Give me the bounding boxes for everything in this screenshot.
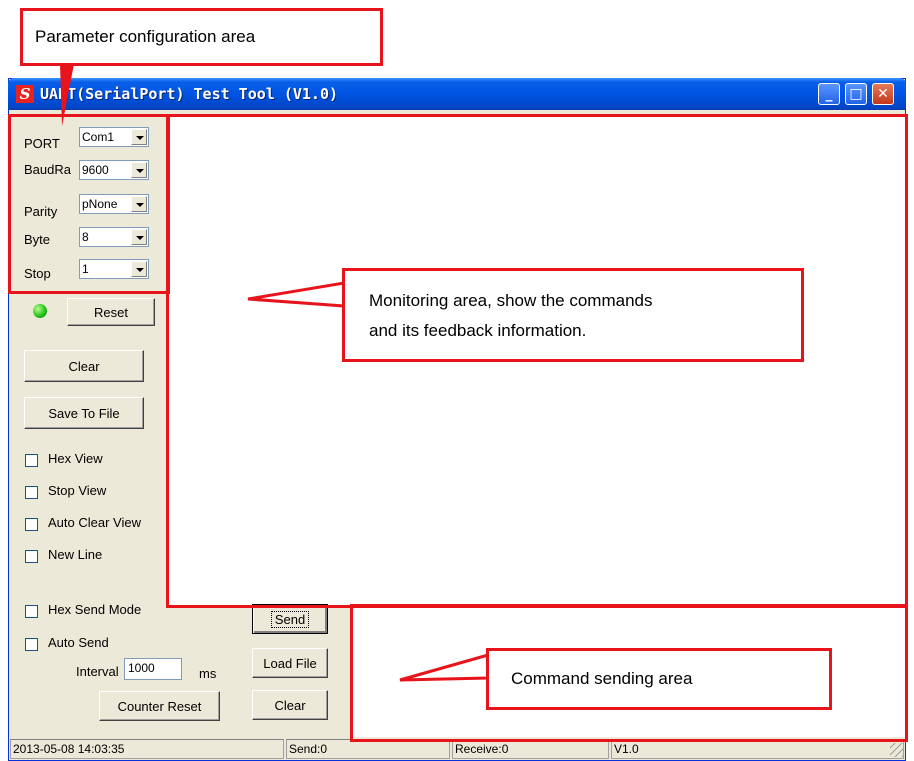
send-button[interactable]: Send	[252, 604, 328, 634]
clear-view-button[interactable]: Clear	[24, 350, 144, 382]
hex-view-checkbox[interactable]	[25, 454, 38, 467]
clear-send-button[interactable]: Clear	[252, 690, 328, 720]
hex-send-mode-checkbox[interactable]	[25, 605, 38, 618]
reset-button[interactable]: Reset	[67, 298, 155, 326]
hex-send-mode-label: Hex Send Mode	[48, 602, 142, 617]
monitor-annotation-line1: Monitoring area, show the commands	[369, 291, 653, 310]
load-file-button[interactable]: Load File	[252, 648, 328, 678]
counter-reset-button[interactable]: Counter Reset	[99, 691, 220, 721]
counter-reset-label: Counter Reset	[117, 698, 202, 714]
status-led-icon	[33, 304, 47, 318]
maximize-button[interactable]: □	[845, 83, 867, 105]
new-line-label: New Line	[48, 547, 103, 562]
reset-button-label: Reset	[94, 304, 128, 320]
status-receive-count: Receive:0	[452, 739, 609, 759]
clear-send-label: Clear	[274, 697, 306, 713]
close-button[interactable]: ✕	[872, 83, 894, 105]
param-area-annotation: Parameter configuration area	[20, 8, 383, 66]
monitor-area-annotation: Monitoring area, show the commands and i…	[342, 268, 804, 362]
auto-send-checkbox[interactable]	[25, 638, 38, 651]
auto-send-label: Auto Send	[48, 635, 109, 650]
save-to-file-button[interactable]: Save To File	[24, 397, 144, 429]
new-line-checkbox[interactable]	[25, 550, 38, 563]
monitor-annotation-line2: and its feedback information.	[369, 321, 587, 340]
resize-grip-icon[interactable]	[890, 743, 904, 757]
clear-view-label: Clear	[68, 358, 100, 374]
auto-clear-view-label: Auto Clear View	[48, 515, 141, 530]
status-datetime: 2013-05-08 14:03:35	[10, 739, 284, 759]
minimize-button[interactable]: _	[818, 83, 840, 105]
interval-input[interactable]: 1000	[124, 658, 182, 680]
stop-view-checkbox[interactable]	[25, 486, 38, 499]
save-to-file-label: Save To File	[48, 405, 120, 421]
param-area-highlight	[8, 114, 170, 294]
send-area-annotation: Command sending area	[486, 648, 832, 710]
interval-unit: ms	[199, 666, 217, 681]
stop-view-label: Stop View	[48, 483, 107, 498]
app-logo-icon: S	[16, 85, 34, 103]
send-button-label: Send	[270, 610, 310, 628]
load-file-label: Load File	[263, 655, 317, 671]
window-title: UART(SerialPort) Test Tool (V1.0)	[40, 85, 339, 103]
status-version: V1.0	[611, 739, 904, 759]
hex-view-label: Hex View	[48, 451, 103, 466]
auto-clear-view-checkbox[interactable]	[25, 518, 38, 531]
interval-label: Interval	[76, 664, 119, 679]
status-send-count: Send:0	[286, 739, 450, 759]
